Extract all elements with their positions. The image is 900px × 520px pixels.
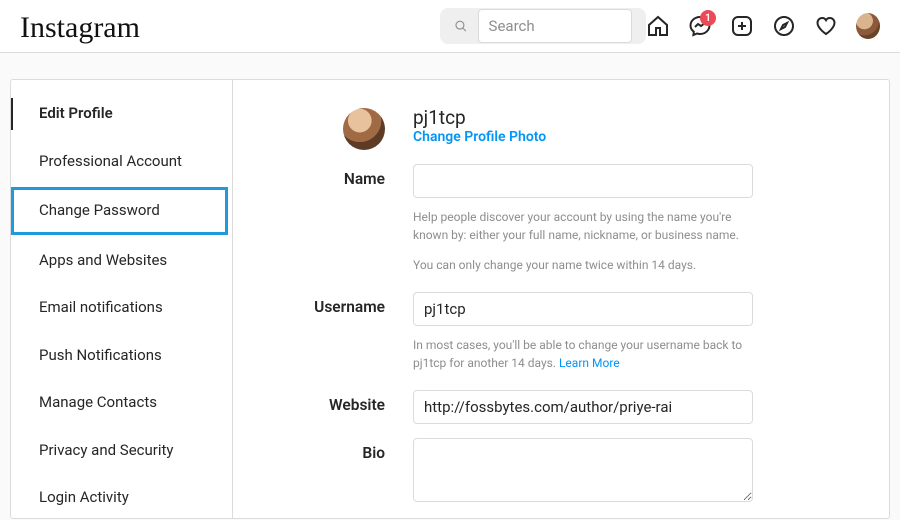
- settings-container: Edit Profile Professional Account Change…: [10, 79, 890, 519]
- nav-icons: 1: [646, 14, 880, 38]
- bio-textarea[interactable]: [413, 438, 753, 502]
- avatar-icon: [856, 13, 880, 39]
- sidebar-item-edit-profile[interactable]: Edit Profile: [11, 90, 232, 138]
- top-nav: Instagram 1: [0, 0, 900, 53]
- profile-username-display: pj1tcp: [413, 108, 753, 129]
- name-hint-1: Help people discover your account by usi…: [413, 208, 753, 244]
- search-icon: [454, 18, 468, 34]
- sidebar-item-privacy-and-security[interactable]: Privacy and Security: [11, 427, 232, 475]
- sidebar-item-professional-account[interactable]: Professional Account: [11, 138, 232, 186]
- website-input[interactable]: [413, 390, 753, 424]
- username-input[interactable]: [413, 292, 753, 326]
- name-hint-2: You can only change your name twice with…: [413, 256, 753, 274]
- profile-avatar-button[interactable]: [856, 14, 880, 38]
- activity-heart-icon[interactable]: [814, 14, 838, 38]
- new-post-icon[interactable]: [730, 14, 754, 38]
- sidebar-item-apps-and-websites[interactable]: Apps and Websites: [11, 237, 232, 285]
- settings-content: pj1tcp Change Profile Photo Name Help pe…: [233, 80, 889, 518]
- sidebar-item-login-activity[interactable]: Login Activity: [11, 474, 232, 519]
- website-label: Website: [233, 390, 413, 424]
- username-row: Username In most cases, you'll be able t…: [233, 292, 839, 372]
- bio-label: Bio: [233, 438, 413, 506]
- sidebar-item-manage-contacts[interactable]: Manage Contacts: [11, 379, 232, 427]
- explore-icon[interactable]: [772, 14, 796, 38]
- home-icon[interactable]: [646, 14, 670, 38]
- sidebar-item-email-notifications[interactable]: Email notifications: [11, 284, 232, 332]
- messenger-badge: 1: [700, 10, 716, 26]
- website-row: Website: [233, 390, 839, 424]
- brand-logo[interactable]: Instagram: [20, 13, 140, 43]
- messenger-icon[interactable]: 1: [688, 14, 712, 38]
- profile-header-row: pj1tcp Change Profile Photo: [233, 108, 839, 150]
- change-profile-photo-link[interactable]: Change Profile Photo: [413, 129, 753, 145]
- username-hint: In most cases, you'll be able to change …: [413, 336, 753, 372]
- name-input[interactable]: [413, 164, 753, 198]
- search-input[interactable]: [478, 9, 632, 43]
- name-row: Name Help people discover your account b…: [233, 164, 839, 274]
- sidebar-item-change-password[interactable]: Change Password: [11, 187, 228, 235]
- profile-avatar[interactable]: [343, 108, 385, 150]
- bio-row: Bio: [233, 438, 839, 506]
- sidebar-item-push-notifications[interactable]: Push Notifications: [11, 332, 232, 380]
- search-box[interactable]: [440, 8, 646, 44]
- learn-more-link[interactable]: Learn More: [559, 356, 620, 370]
- name-label: Name: [233, 164, 413, 274]
- settings-sidebar: Edit Profile Professional Account Change…: [11, 80, 233, 518]
- username-label: Username: [233, 292, 413, 372]
